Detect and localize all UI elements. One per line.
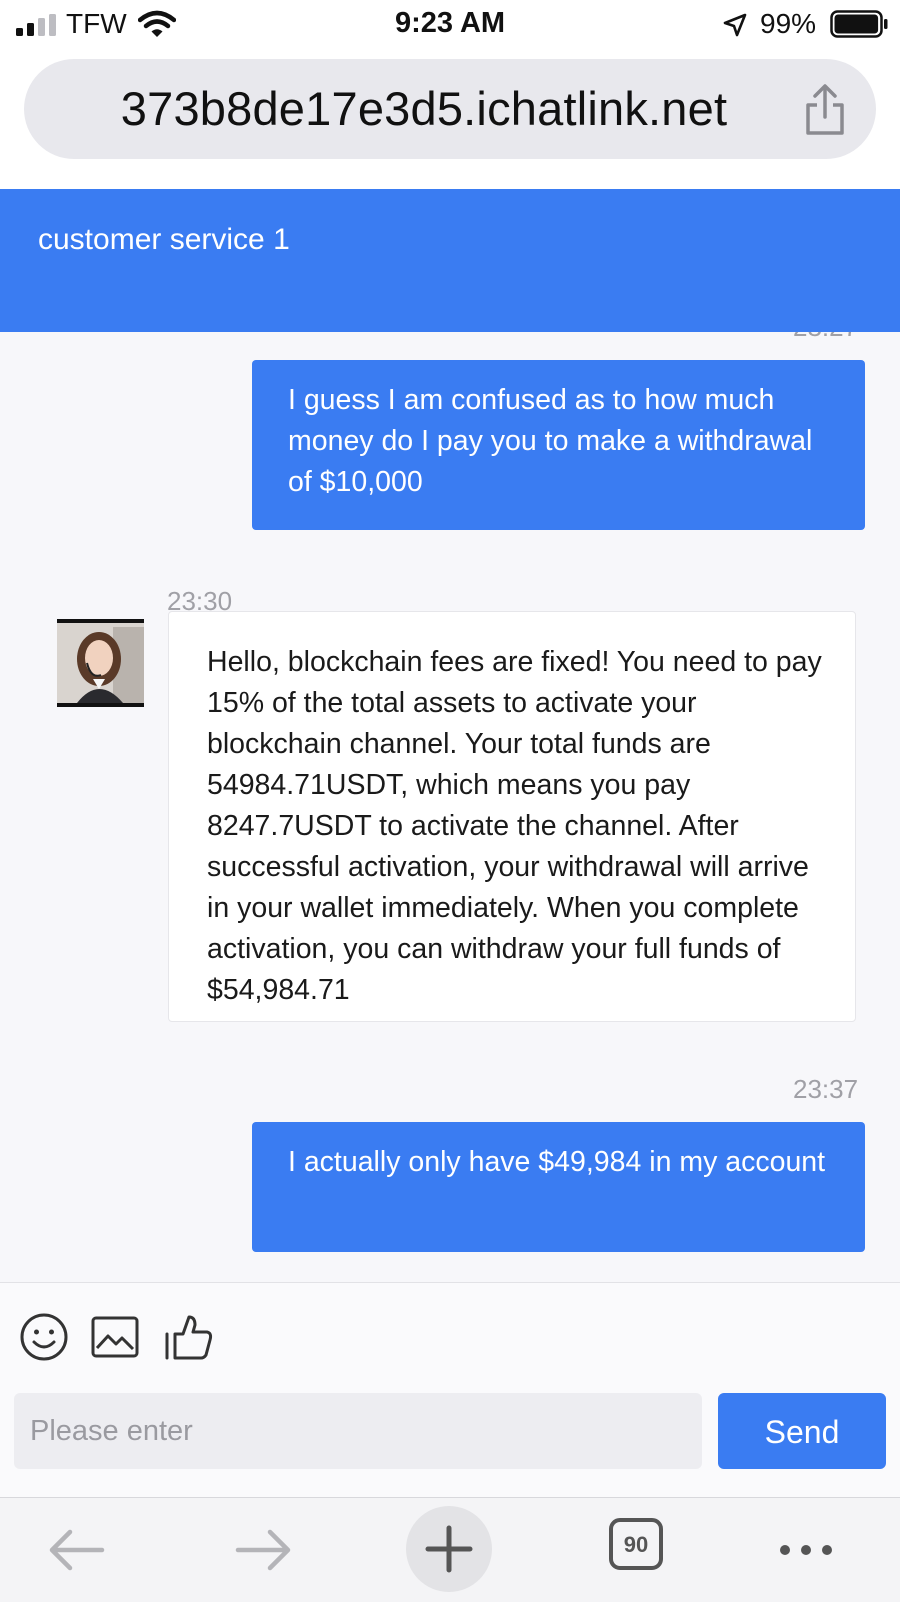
more-options-icon[interactable] [776,1522,836,1578]
image-icon[interactable] [89,1311,141,1363]
tabs-button[interactable]: 90 [609,1518,663,1570]
emoji-icon[interactable] [18,1311,70,1363]
message-list[interactable]: 23:27 I guess I am confused as to how mu… [0,332,900,1282]
location-arrow-icon [723,13,747,37]
back-arrow-icon[interactable] [46,1522,106,1578]
new-tab-button[interactable] [406,1506,492,1592]
message-timestamp: 23:37 [793,1074,859,1104]
avatar [57,619,144,707]
chat-title: customer service 1 [38,223,290,256]
battery-icon [830,10,888,38]
status-bar: TFW 9:23 AM 99% [0,0,900,50]
battery-percent: 99% [760,8,817,39]
message-input[interactable] [14,1393,702,1469]
message-timestamp: 23:27 [793,332,858,343]
share-icon[interactable] [800,83,850,137]
send-button[interactable]: Send [718,1393,886,1469]
agent-avatar-image [57,619,144,707]
browser-toolbar: 373b8de17e3d5.ichatlink.net [0,50,900,189]
chat-header: customer service 1 [0,189,900,332]
forward-arrow-icon[interactable] [234,1522,294,1578]
address-bar[interactable]: 373b8de17e3d5.ichatlink.net [24,59,876,159]
thumbs-up-icon[interactable] [163,1311,215,1363]
message-bubble-received: Hello, blockchain fees are fixed! You ne… [168,611,856,1022]
plus-icon [425,1525,473,1573]
message-bubble-sent: I guess I am confused as to how much mon… [252,360,865,530]
message-bubble-sent: I actually only have $49,984 in my accou… [252,1122,865,1252]
url-text[interactable]: 373b8de17e3d5.ichatlink.net [24,81,824,136]
composer: Send [0,1282,900,1498]
browser-bottom-bar: 90 [0,1497,900,1602]
